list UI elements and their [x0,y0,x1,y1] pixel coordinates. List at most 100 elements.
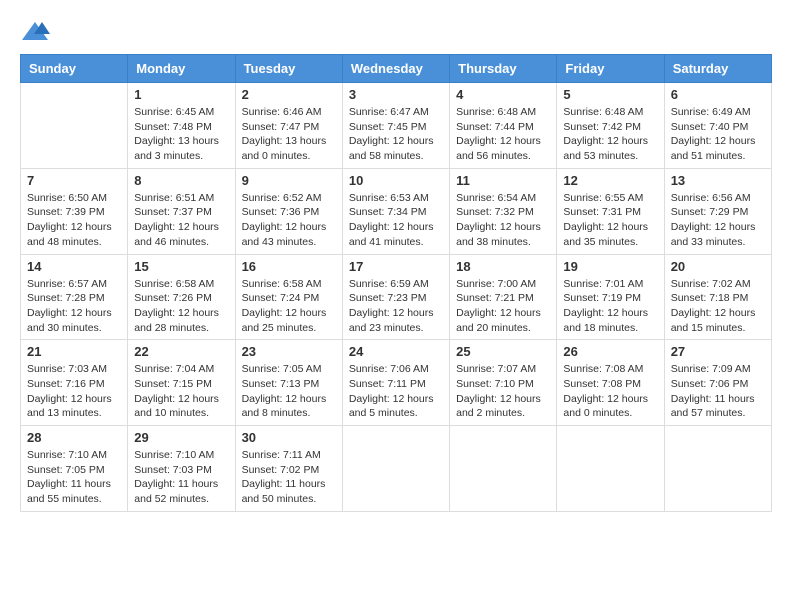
calendar-day-cell: 30Sunrise: 7:11 AMSunset: 7:02 PMDayligh… [235,426,342,512]
day-info: Sunrise: 6:45 AMSunset: 7:48 PMDaylight:… [134,105,228,164]
weekday-header-sunday: Sunday [21,55,128,83]
calendar-day-cell: 12Sunrise: 6:55 AMSunset: 7:31 PMDayligh… [557,168,664,254]
calendar-table: SundayMondayTuesdayWednesdayThursdayFrid… [20,54,772,512]
weekday-header-monday: Monday [128,55,235,83]
calendar-day-cell: 18 Sunrise: 7:00 AMSunset: 7:21 PMDayligh… [450,254,557,340]
day-number: 24 [349,344,443,359]
day-info: Sunrise: 6:56 AMSunset: 7:29 PMDaylight:… [671,191,765,250]
day-number: 20 [671,259,765,274]
day-info: Sunrise: 7:02 AMSunset: 7:18 PMDaylight:… [671,277,765,336]
day-number: 23 [242,344,336,359]
calendar-week-row: 7 Sunrise: 6:50 AMSunset: 7:39 PMDaylight… [21,168,772,254]
day-number: 29 [134,430,228,445]
day-number: 25 [456,344,550,359]
calendar-day-cell: 4 Sunrise: 6:48 AMSunset: 7:44 PMDaylight… [450,83,557,169]
calendar-week-row: 28 Sunrise: 7:10 AMSunset: 7:05 PMDayligh… [21,426,772,512]
day-number: 8 [134,173,228,188]
day-info: Sunrise: 7:03 AMSunset: 7:16 PMDaylight:… [27,362,121,421]
day-number: 9 [242,173,336,188]
calendar-day-cell: 15 Sunrise: 6:58 AMSunset: 7:26 PMDayligh… [128,254,235,340]
day-info: Sunrise: 7:10 AMSunset: 7:03 PMDaylight:… [134,448,228,507]
day-info: Sunrise: 7:04 AMSunset: 7:15 PMDaylight:… [134,362,228,421]
calendar-day-cell: 25 Sunrise: 7:07 AMSunset: 7:10 PMDayligh… [450,340,557,426]
calendar-day-cell: 27 Sunrise: 7:09 AMSunset: 7:06 PMDayligh… [664,340,771,426]
day-number: 3 [349,87,443,102]
calendar-day-cell: 19 Sunrise: 7:01 AMSunset: 7:19 PMDayligh… [557,254,664,340]
calendar-day-cell: 21 Sunrise: 7:03 AMSunset: 7:16 PMDayligh… [21,340,128,426]
day-info: Sunrise: 6:47 AMSunset: 7:45 PMDaylight:… [349,105,443,164]
day-number: 5 [563,87,657,102]
day-number: 28 [27,430,121,445]
day-info: Sunrise: 6:57 AMSunset: 7:28 PMDaylight:… [27,277,121,336]
page-header [20,20,772,44]
logo [20,20,54,44]
weekday-header-thursday: Thursday [450,55,557,83]
day-number: 15 [134,259,228,274]
day-info: Sunrise: 7:08 AMSunset: 7:08 PMDaylight:… [563,362,657,421]
calendar-day-cell: 29 Sunrise: 7:10 AMSunset: 7:03 PMDayligh… [128,426,235,512]
day-info: Sunrise: 7:09 AMSunset: 7:06 PMDaylight:… [671,362,765,421]
empty-cell [450,426,557,512]
day-info: Sunrise: 6:53 AMSunset: 7:34 PMDaylight:… [349,191,443,250]
calendar-day-cell: 2 Sunrise: 6:46 AMSunset: 7:47 PMDaylight… [235,83,342,169]
day-info: Sunrise: 6:51 AMSunset: 7:37 PMDaylight:… [134,191,228,250]
day-number: 10 [349,173,443,188]
day-number: 26 [563,344,657,359]
day-number: 17 [349,259,443,274]
day-number: 6 [671,87,765,102]
logo-icon [20,20,50,44]
calendar-day-cell: 14 Sunrise: 6:57 AMSunset: 7:28 PMDayligh… [21,254,128,340]
day-number: 14 [27,259,121,274]
empty-cell [557,426,664,512]
day-info: Sunrise: 6:58 AMSunset: 7:24 PMDaylight:… [242,277,336,336]
day-number: 11 [456,173,550,188]
day-info: Sunrise: 7:07 AMSunset: 7:10 PMDaylight:… [456,362,550,421]
calendar-day-cell: 9 Sunrise: 6:52 AMSunset: 7:36 PMDaylight… [235,168,342,254]
calendar-day-cell: 13Sunrise: 6:56 AMSunset: 7:29 PMDayligh… [664,168,771,254]
day-number: 27 [671,344,765,359]
calendar-day-cell: 17 Sunrise: 6:59 AMSunset: 7:23 PMDayligh… [342,254,449,340]
empty-cell [342,426,449,512]
calendar-day-cell: 23 Sunrise: 7:05 AMSunset: 7:13 PMDayligh… [235,340,342,426]
calendar-day-cell: 1Sunrise: 6:45 AMSunset: 7:48 PMDaylight… [128,83,235,169]
calendar-day-cell: 6 Sunrise: 6:49 AMSunset: 7:40 PMDaylight… [664,83,771,169]
day-info: Sunrise: 6:58 AMSunset: 7:26 PMDaylight:… [134,277,228,336]
calendar-week-row: 1Sunrise: 6:45 AMSunset: 7:48 PMDaylight… [21,83,772,169]
weekday-header-row: SundayMondayTuesdayWednesdayThursdayFrid… [21,55,772,83]
weekday-header-saturday: Saturday [664,55,771,83]
day-info: Sunrise: 6:48 AMSunset: 7:44 PMDaylight:… [456,105,550,164]
calendar-day-cell: 11 Sunrise: 6:54 AMSunset: 7:32 PMDayligh… [450,168,557,254]
day-number: 19 [563,259,657,274]
calendar-day-cell: 16Sunrise: 6:58 AMSunset: 7:24 PMDayligh… [235,254,342,340]
weekday-header-tuesday: Tuesday [235,55,342,83]
day-number: 12 [563,173,657,188]
calendar-week-row: 21 Sunrise: 7:03 AMSunset: 7:16 PMDayligh… [21,340,772,426]
day-number: 18 [456,259,550,274]
day-info: Sunrise: 6:48 AMSunset: 7:42 PMDaylight:… [563,105,657,164]
day-number: 30 [242,430,336,445]
day-info: Sunrise: 7:10 AMSunset: 7:05 PMDaylight:… [27,448,121,507]
calendar-week-row: 14 Sunrise: 6:57 AMSunset: 7:28 PMDayligh… [21,254,772,340]
calendar-day-cell: 5 Sunrise: 6:48 AMSunset: 7:42 PMDaylight… [557,83,664,169]
day-number: 7 [27,173,121,188]
day-info: Sunrise: 6:49 AMSunset: 7:40 PMDaylight:… [671,105,765,164]
day-number: 4 [456,87,550,102]
day-info: Sunrise: 6:54 AMSunset: 7:32 PMDaylight:… [456,191,550,250]
day-number: 2 [242,87,336,102]
calendar-day-cell: 3 Sunrise: 6:47 AMSunset: 7:45 PMDaylight… [342,83,449,169]
calendar-day-cell: 10 Sunrise: 6:53 AMSunset: 7:34 PMDayligh… [342,168,449,254]
calendar-day-cell: 24 Sunrise: 7:06 AMSunset: 7:11 PMDayligh… [342,340,449,426]
day-info: Sunrise: 7:05 AMSunset: 7:13 PMDaylight:… [242,362,336,421]
empty-cell [21,83,128,169]
day-info: Sunrise: 6:46 AMSunset: 7:47 PMDaylight:… [242,105,336,164]
day-info: Sunrise: 6:59 AMSunset: 7:23 PMDaylight:… [349,277,443,336]
calendar-day-cell: 20 Sunrise: 7:02 AMSunset: 7:18 PMDayligh… [664,254,771,340]
empty-cell [664,426,771,512]
day-info: Sunrise: 7:06 AMSunset: 7:11 PMDaylight:… [349,362,443,421]
day-info: Sunrise: 6:52 AMSunset: 7:36 PMDaylight:… [242,191,336,250]
calendar-day-cell: 28 Sunrise: 7:10 AMSunset: 7:05 PMDayligh… [21,426,128,512]
day-number: 21 [27,344,121,359]
day-info: Sunrise: 6:50 AMSunset: 7:39 PMDaylight:… [27,191,121,250]
day-info: Sunrise: 7:00 AMSunset: 7:21 PMDaylight:… [456,277,550,336]
day-info: Sunrise: 7:01 AMSunset: 7:19 PMDaylight:… [563,277,657,336]
